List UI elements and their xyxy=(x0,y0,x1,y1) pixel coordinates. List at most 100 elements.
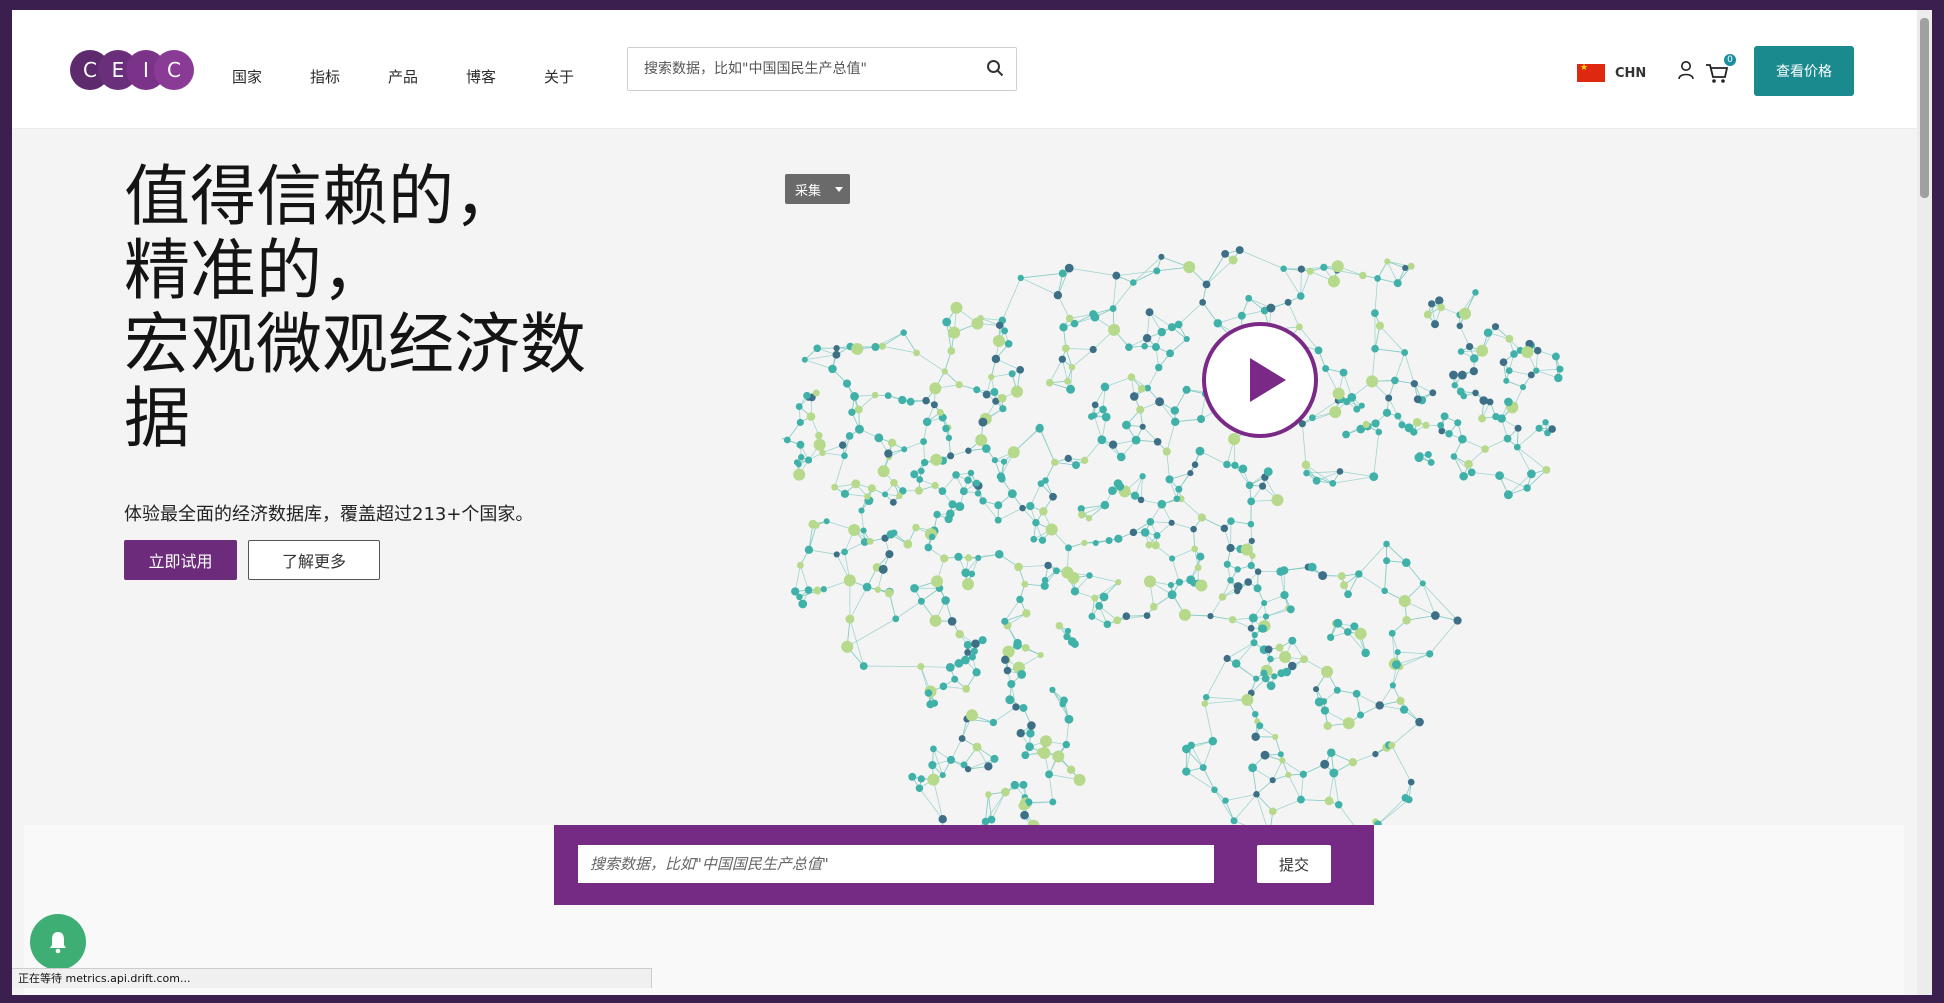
map-node xyxy=(1064,454,1072,463)
map-node xyxy=(1247,497,1256,506)
data-search-input[interactable] xyxy=(578,845,1214,883)
nav-item-blog[interactable]: 博客 xyxy=(466,66,544,87)
map-node xyxy=(1045,523,1058,536)
nav-item-about[interactable]: 关于 xyxy=(544,66,622,87)
map-node xyxy=(1141,342,1148,350)
scrollbar-thumb[interactable] xyxy=(1920,18,1929,198)
map-node xyxy=(1495,471,1504,480)
map-node xyxy=(951,675,959,683)
map-node xyxy=(1078,510,1086,519)
map-node xyxy=(1202,280,1211,289)
map-node xyxy=(1173,495,1181,503)
map-node xyxy=(1174,320,1183,329)
map-node xyxy=(823,518,830,525)
map-node xyxy=(1252,710,1259,718)
map-node xyxy=(1143,575,1156,588)
hero-title-line: 精准的， xyxy=(124,232,388,309)
notification-button[interactable] xyxy=(30,914,86,970)
map-node xyxy=(1401,349,1409,356)
map-node xyxy=(885,550,894,559)
map-node xyxy=(1227,517,1235,525)
map-node xyxy=(955,502,965,512)
map-node xyxy=(1394,412,1402,420)
map-node xyxy=(1109,305,1117,312)
map-node xyxy=(1100,382,1110,392)
map-node xyxy=(1089,345,1097,354)
map-node xyxy=(1066,384,1076,394)
map-node xyxy=(1250,639,1258,647)
nav-item-products[interactable]: 产品 xyxy=(388,66,466,87)
map-node xyxy=(1051,458,1059,467)
map-node xyxy=(1146,517,1155,526)
map-node xyxy=(979,497,987,505)
map-node xyxy=(906,397,915,406)
map-node xyxy=(1065,544,1072,552)
map-node xyxy=(1125,343,1133,351)
map-node xyxy=(990,388,999,396)
map-node xyxy=(961,568,971,578)
map-node xyxy=(1472,289,1479,296)
map-node xyxy=(1329,768,1339,778)
map-node xyxy=(1423,310,1432,319)
map-node xyxy=(1030,535,1038,543)
submit-button[interactable]: 提交 xyxy=(1257,845,1331,883)
map-node xyxy=(1352,689,1361,698)
map-node xyxy=(1052,750,1065,763)
ceic-logo[interactable]: C E I C xyxy=(70,50,194,90)
map-node xyxy=(1251,631,1258,639)
nav-item-countries[interactable]: 国家 xyxy=(232,66,310,87)
map-node xyxy=(896,492,903,500)
map-node xyxy=(918,467,925,475)
map-node xyxy=(1402,264,1409,272)
map-node xyxy=(1151,343,1160,351)
map-node xyxy=(1010,385,1023,398)
map-node xyxy=(1223,460,1231,469)
map-node xyxy=(1036,748,1046,757)
map-node xyxy=(1371,344,1379,353)
map-node xyxy=(930,401,938,409)
map-node xyxy=(1280,590,1289,600)
chevron-down-icon xyxy=(835,187,843,192)
map-node xyxy=(917,775,925,783)
country-selector[interactable]: CHN xyxy=(1577,63,1647,82)
map-node xyxy=(1149,602,1158,611)
map-node xyxy=(1295,323,1303,331)
map-node xyxy=(1032,518,1040,527)
map-node xyxy=(1388,741,1396,749)
map-node xyxy=(831,483,839,491)
map-node xyxy=(1313,686,1320,693)
nav-item-indicators[interactable]: 指标 xyxy=(310,66,388,87)
map-node xyxy=(1428,300,1436,308)
map-node xyxy=(1073,773,1086,786)
map-node xyxy=(884,449,893,458)
country-code: CHN xyxy=(1615,65,1647,81)
map-node xyxy=(1523,484,1531,492)
map-node xyxy=(1248,763,1258,773)
map-node xyxy=(808,519,818,529)
play-video-button[interactable] xyxy=(1202,322,1318,438)
map-node xyxy=(1271,494,1284,507)
learn-more-button[interactable]: 了解更多 xyxy=(248,540,380,580)
cart-icon[interactable] xyxy=(1705,62,1729,84)
map-node xyxy=(1342,717,1355,730)
search-icon[interactable] xyxy=(986,59,1004,77)
scrollbar[interactable] xyxy=(1917,10,1932,995)
map-node xyxy=(1171,417,1180,427)
map-node xyxy=(1157,499,1167,509)
map-node xyxy=(1081,539,1088,547)
map-node xyxy=(832,350,841,359)
map-node xyxy=(1197,415,1206,424)
map-node xyxy=(987,815,996,824)
header-search-input[interactable] xyxy=(642,60,976,78)
user-icon[interactable] xyxy=(1677,60,1695,80)
map-node xyxy=(1527,371,1535,379)
collect-dropdown[interactable]: 采集 xyxy=(785,174,850,204)
map-node xyxy=(1122,420,1131,430)
view-pricing-button[interactable]: 查看价格 xyxy=(1754,46,1854,96)
map-node xyxy=(1339,368,1348,377)
free-trial-button[interactable]: 立即试用 xyxy=(124,540,237,580)
map-node xyxy=(1464,459,1473,469)
map-node xyxy=(1513,443,1521,451)
map-node xyxy=(1065,314,1074,323)
map-node xyxy=(1145,308,1154,317)
